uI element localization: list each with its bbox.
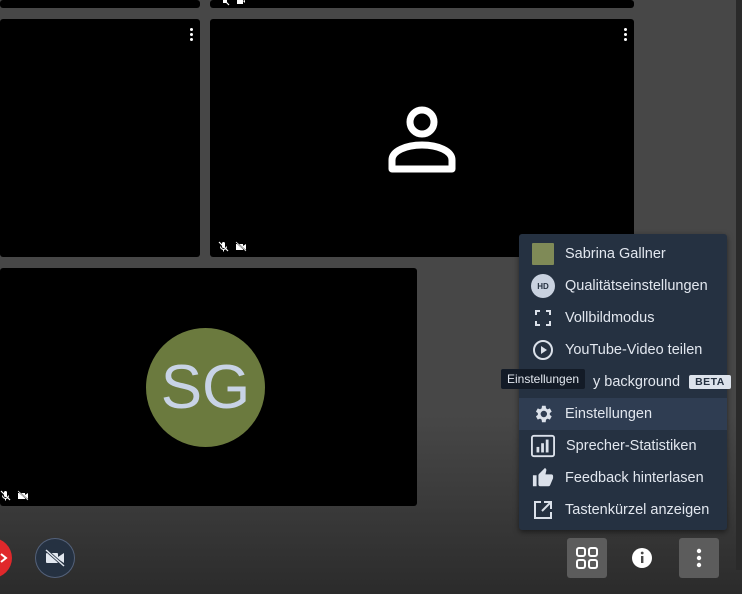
participant-tile-partial[interactable]	[0, 0, 200, 8]
participant-tile[interactable]	[0, 19, 200, 257]
info-icon	[632, 548, 652, 568]
participant-status	[0, 490, 29, 501]
menu-item-fullscreen[interactable]: Vollbildmodus	[519, 302, 727, 334]
beta-badge: BETA	[689, 375, 731, 389]
menu-item-label: Qualitätseinstellungen	[565, 278, 708, 294]
grid-icon	[576, 547, 598, 569]
menu-item-label: Feedback hinterlasen	[565, 470, 704, 486]
avatar: SG	[146, 328, 265, 447]
mic-muted-icon	[223, 0, 230, 6]
kebab-menu-icon	[696, 548, 702, 568]
person-placeholder-icon	[388, 106, 456, 173]
hd-icon: HD	[531, 274, 555, 298]
participant-status	[218, 241, 247, 252]
hangup-button[interactable]	[0, 538, 12, 578]
tile-options-icon[interactable]	[624, 28, 628, 41]
fullscreen-icon	[531, 306, 555, 330]
menu-item-label: Vollbildmodus	[565, 310, 655, 326]
menu-item-speaker-stats[interactable]: Sprecher-Statistiken	[519, 430, 727, 462]
menu-item-settings[interactable]: Einstellungen	[519, 398, 727, 430]
hangup-icon	[0, 553, 8, 563]
menu-item-label: Einstellungen	[565, 406, 653, 422]
scrollbar-track	[736, 0, 742, 570]
camera-off-icon	[17, 490, 29, 501]
more-actions-button[interactable]	[679, 538, 719, 578]
menu-item-label: YouTube-Video teilen	[565, 342, 703, 358]
participant-tile[interactable]: SG	[0, 268, 417, 506]
profile-swatch-icon	[531, 242, 555, 266]
participant-tile[interactable]	[210, 19, 634, 257]
participant-status	[220, 0, 246, 6]
menu-item-label: Tastenkürzel anzeigen	[565, 502, 710, 518]
menu-item-label: y background BETA	[593, 374, 731, 390]
menu-item-shortcuts[interactable]: Tastenkürzel anzeigen	[519, 494, 727, 526]
camera-toggle-button[interactable]	[35, 538, 75, 578]
tile-view-button[interactable]	[567, 538, 607, 578]
stats-icon	[531, 434, 555, 458]
avatar-initials: SG	[160, 353, 251, 422]
menu-item-profile[interactable]: Sabrina Gallner	[519, 238, 727, 270]
menu-item-youtube[interactable]: YouTube-Video teilen	[519, 334, 727, 366]
thumbs-up-icon	[531, 466, 555, 490]
menu-item-label: Sprecher-Statistiken	[566, 438, 697, 454]
menu-item-quality[interactable]: HD Qualitätseinstellungen	[519, 270, 727, 302]
tile-options-icon[interactable]	[190, 28, 194, 41]
menu-item-feedback[interactable]: Feedback hinterlasen	[519, 462, 727, 494]
mic-muted-icon	[0, 490, 11, 501]
participant-tile-partial[interactable]	[210, 0, 634, 8]
camera-off-icon	[235, 241, 247, 252]
settings-tooltip: Einstellungen	[501, 369, 586, 389]
play-circle-icon	[531, 338, 555, 362]
camera-off-icon	[237, 0, 245, 4]
gear-icon	[531, 402, 555, 426]
menu-item-label: Sabrina Gallner	[565, 246, 666, 262]
info-button[interactable]	[622, 538, 662, 578]
camera-off-icon	[45, 549, 65, 567]
external-link-icon	[531, 498, 555, 522]
mic-muted-icon	[218, 241, 229, 252]
